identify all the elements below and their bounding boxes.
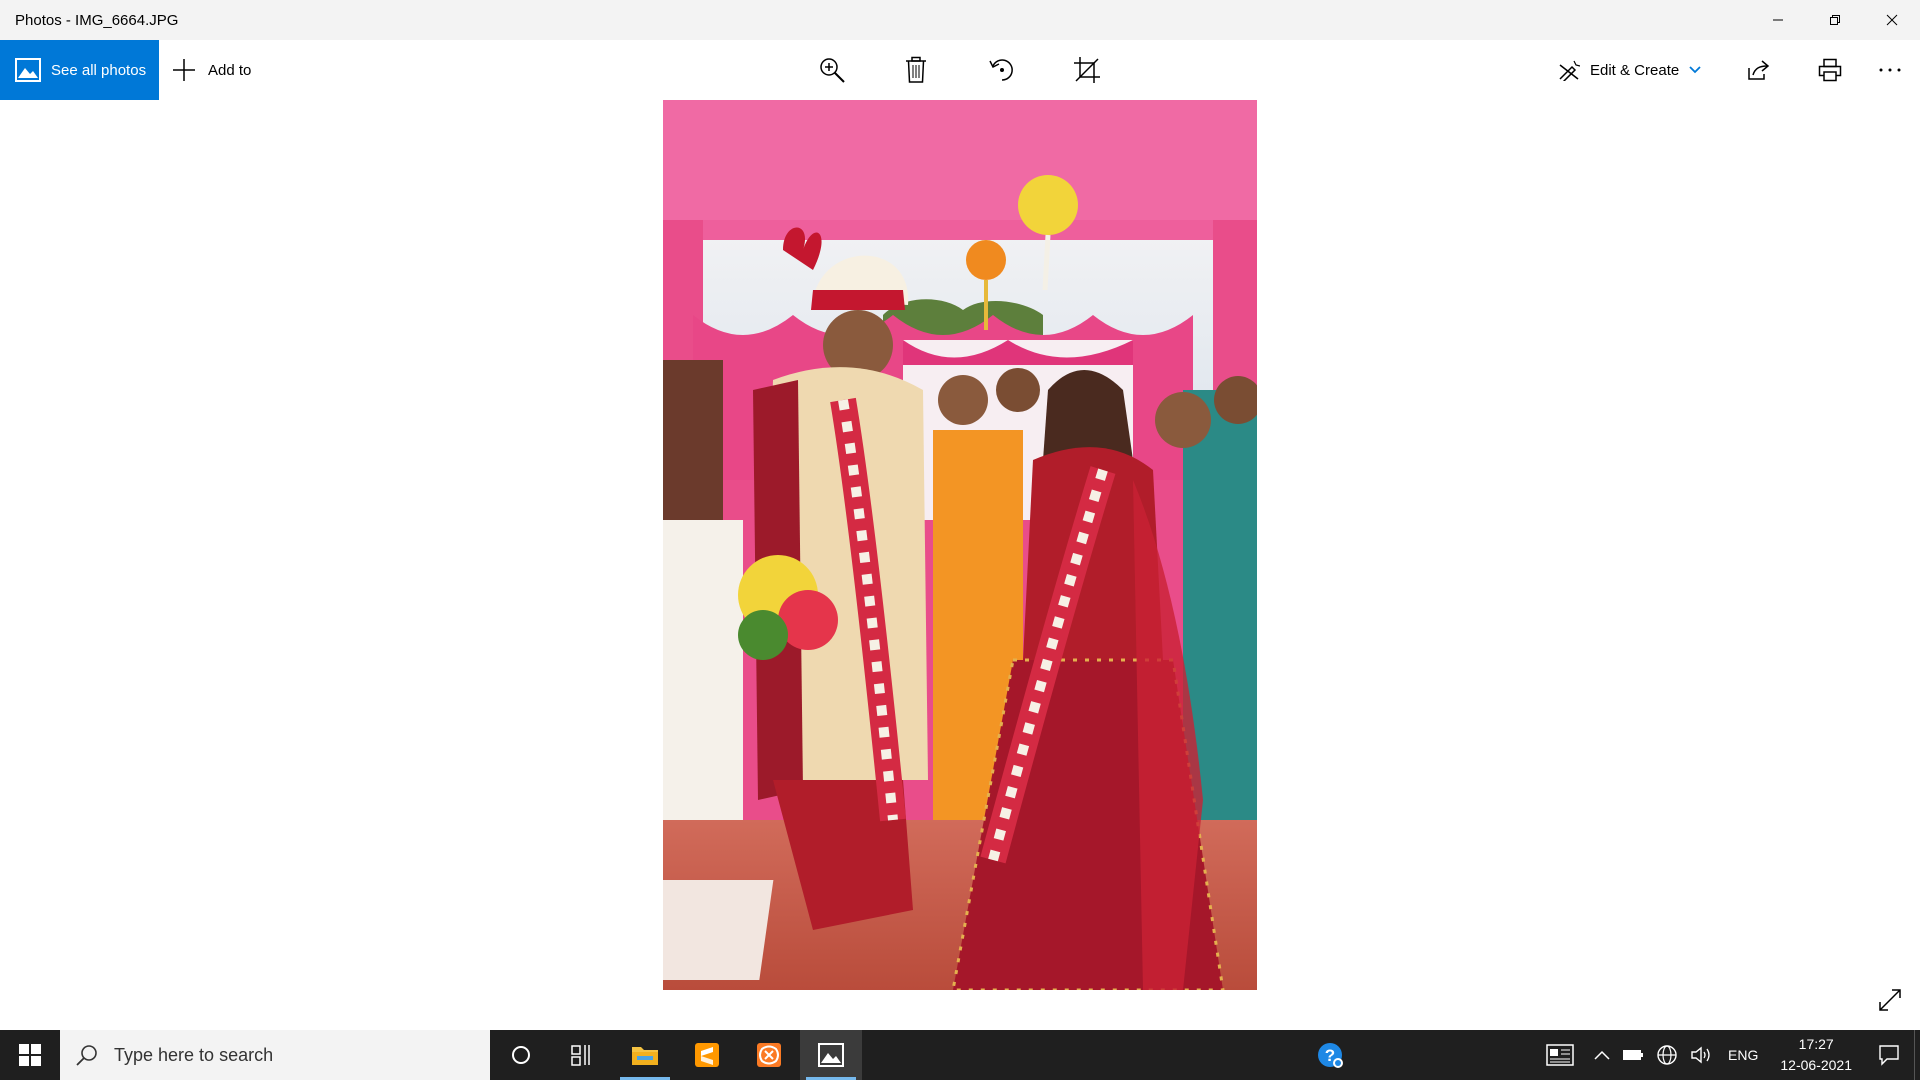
close-icon [1886, 14, 1897, 26]
volume-icon [1691, 1046, 1710, 1064]
minimize-button[interactable] [1749, 0, 1806, 40]
photo-image[interactable] [663, 100, 1257, 990]
clock[interactable]: 17:27 12-06-2021 [1768, 1034, 1864, 1076]
taskbar-search-box[interactable]: Type here to search [60, 1030, 490, 1080]
sublime-text-taskbar-button[interactable] [676, 1030, 738, 1080]
news-icon [1546, 1044, 1574, 1066]
edit-create-button[interactable]: Edit & Create [1558, 40, 1701, 100]
edit-create-icon [1559, 60, 1580, 81]
photos-taskbar-button[interactable] [800, 1030, 862, 1080]
title-bar: Photos - IMG_6664.JPG [0, 0, 1920, 40]
edit-create-label: Edit & Create [1590, 61, 1680, 79]
photos-app-icon [818, 1043, 844, 1067]
search-placeholder: Type here to search [114, 1044, 274, 1065]
expand-icon [1879, 989, 1901, 1011]
action-center-button[interactable] [1864, 1030, 1914, 1080]
volume-tray-button[interactable] [1684, 1030, 1718, 1080]
close-button[interactable] [1863, 0, 1920, 40]
cortana-button[interactable] [490, 1030, 552, 1080]
crop-button[interactable] [1069, 52, 1105, 88]
see-all-photos-button[interactable]: See all photos [0, 40, 159, 100]
cortana-icon [512, 1046, 530, 1064]
print-icon [1818, 58, 1842, 82]
help-icon: ? [1318, 1043, 1344, 1068]
windows-start-icon [19, 1044, 41, 1066]
help-tray-button[interactable]: ? [1310, 1030, 1350, 1080]
file-explorer-taskbar-button[interactable] [614, 1030, 676, 1080]
clock-date: 12-06-2021 [1780, 1057, 1852, 1073]
show-hidden-icons-button[interactable] [1588, 1030, 1616, 1080]
show-desktop-button[interactable] [1914, 1030, 1920, 1080]
more-icon [1879, 68, 1901, 72]
app-toolbar: See all photos Add to Edit & Create [0, 40, 1920, 100]
restore-button[interactable] [1806, 0, 1863, 40]
see-all-photos-label: See all photos [51, 61, 147, 79]
zoom-button[interactable] [814, 52, 850, 88]
window-title: Photos - IMG_6664.JPG [15, 11, 179, 29]
news-tray-button[interactable] [1540, 1030, 1580, 1080]
network-icon [1657, 1045, 1677, 1065]
photos-icon [15, 58, 41, 82]
print-button[interactable] [1812, 52, 1848, 88]
xampp-icon [757, 1043, 781, 1067]
more-button[interactable] [1872, 52, 1908, 88]
add-to-label: Add to [208, 61, 252, 79]
chevron-up-icon [1594, 1050, 1610, 1060]
xampp-taskbar-button[interactable] [738, 1030, 800, 1080]
taskbar: Type here to search ? ENG 17:27 12-06-20… [0, 1030, 1920, 1080]
file-explorer-icon [632, 1047, 658, 1065]
delete-icon [906, 56, 926, 83]
rotate-button[interactable] [984, 52, 1020, 88]
chevron-down-icon [1689, 66, 1701, 74]
zoom-in-icon [820, 58, 845, 83]
task-view-icon [571, 1045, 590, 1066]
add-to-button[interactable]: Add to [172, 40, 251, 100]
system-tray: ? ENG 17:27 12-06-2021 [1310, 1030, 1920, 1080]
sublime-text-icon [695, 1043, 719, 1067]
plus-icon [173, 59, 195, 81]
task-view-button[interactable] [552, 1030, 614, 1080]
network-tray-button[interactable] [1650, 1030, 1684, 1080]
notification-icon [1879, 1045, 1899, 1066]
search-icon [76, 1045, 97, 1066]
delete-button[interactable] [898, 52, 934, 88]
rotate-icon [989, 59, 1013, 81]
share-icon [1748, 60, 1770, 80]
wedding-photo [663, 100, 1257, 990]
share-button[interactable] [1740, 52, 1776, 88]
start-button[interactable] [0, 1030, 60, 1080]
battery-icon [1623, 1050, 1644, 1060]
battery-tray-button[interactable] [1616, 1030, 1650, 1080]
window-controls [1749, 0, 1920, 40]
minimize-icon [1772, 19, 1783, 21]
crop-icon [1074, 57, 1100, 83]
restore-icon [1829, 15, 1840, 25]
language-indicator[interactable]: ENG [1718, 1030, 1768, 1080]
fullscreen-button[interactable] [1875, 985, 1905, 1015]
clock-time: 17:27 [1798, 1036, 1834, 1052]
